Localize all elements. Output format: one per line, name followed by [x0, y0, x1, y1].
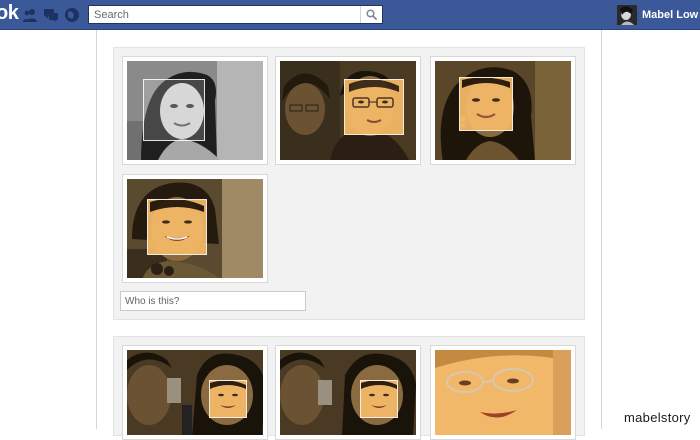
face-highlight — [147, 198, 207, 255]
face-thumbnail[interactable] — [275, 56, 421, 165]
face-highlight — [209, 380, 247, 418]
profile-link[interactable]: Mabel Low — [617, 4, 698, 26]
friend-requests-icon[interactable] — [22, 7, 38, 23]
search-input[interactable] — [89, 6, 361, 23]
photo — [280, 61, 416, 160]
photo — [127, 179, 263, 278]
face-thumbnail[interactable] — [122, 174, 268, 283]
photo — [280, 350, 416, 435]
notifications-icon[interactable] — [64, 7, 80, 23]
watermark: mabelstory — [624, 410, 691, 425]
search-box — [88, 5, 383, 24]
photo — [127, 350, 263, 435]
profile-name: Mabel Low — [642, 9, 699, 21]
avatar — [617, 5, 637, 25]
face-thumbnail[interactable] — [275, 345, 421, 440]
site-logo[interactable]: ok — [0, 2, 19, 25]
face-thumbnail[interactable] — [430, 345, 576, 440]
photo — [127, 61, 263, 160]
photo — [435, 61, 571, 160]
face-highlight — [360, 380, 398, 418]
face-highlight — [344, 79, 404, 135]
top-bar: ok Search Mabel Low — [0, 0, 700, 30]
face-highlight — [459, 77, 513, 131]
face-thumbnail[interactable] — [122, 56, 268, 165]
face-thumbnail[interactable] — [122, 345, 268, 440]
search-icon — [366, 9, 377, 20]
face-highlight — [143, 79, 205, 141]
messages-icon[interactable] — [43, 7, 59, 23]
face-thumbnail[interactable] — [430, 56, 576, 165]
who-is-this-input[interactable] — [120, 291, 306, 311]
photo — [435, 350, 571, 435]
search-button[interactable] — [360, 6, 382, 23]
